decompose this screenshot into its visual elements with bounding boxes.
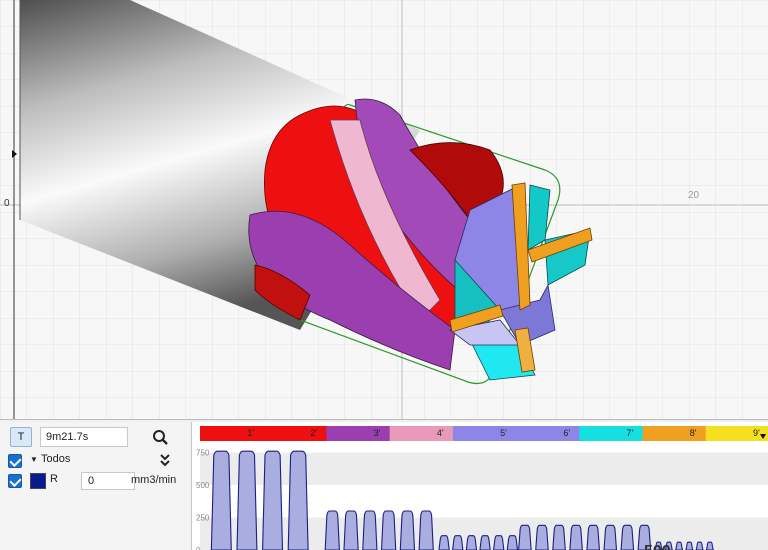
timeline-segment bbox=[642, 426, 707, 441]
chart-y-tick-label: 500 bbox=[196, 481, 210, 490]
x-axis-tick-label: 20 bbox=[688, 190, 700, 201]
chart-pulse bbox=[479, 535, 491, 550]
chart-pulse bbox=[695, 541, 704, 550]
chart-pulse bbox=[620, 524, 635, 550]
timeline-segment bbox=[200, 426, 264, 441]
chart-band bbox=[200, 485, 768, 518]
series-checkbox[interactable] bbox=[8, 474, 22, 488]
chart-svg[interactable]: 1' 2' 3' 4' 5' 6' 7' 8' 9' 750 500 250 0 500 bbox=[192, 422, 768, 550]
timeline-segment bbox=[452, 426, 517, 441]
timeline-tick-label: 3' bbox=[374, 428, 381, 438]
timeline-tick-label: 8' bbox=[690, 428, 697, 438]
timeline-tick-label: 2' bbox=[310, 428, 317, 438]
timeline-tick-label: 4' bbox=[437, 428, 444, 438]
chart-y-tick-label: 250 bbox=[196, 514, 210, 523]
timeline-tick-label: 5' bbox=[500, 428, 507, 438]
collapse-triangle-icon[interactable]: ▼ bbox=[30, 455, 38, 464]
simulation-controls: T 9m21.7s ▼ Todos R 0 mm3/min bbox=[0, 422, 190, 550]
scene-svg[interactable] bbox=[0, 0, 768, 420]
magnifier-icon[interactable] bbox=[150, 427, 172, 447]
removal-rate-chart[interactable]: 1' 2' 3' 4' 5' 6' 7' 8' 9' 750 500 250 0 500 bbox=[191, 422, 768, 550]
rate-unit: mm3/min bbox=[131, 474, 177, 486]
chart-pulse bbox=[324, 510, 340, 550]
chart-y-tick-label: 0 bbox=[196, 546, 201, 550]
timeline-segment bbox=[326, 426, 391, 441]
group-checkbox[interactable] bbox=[8, 454, 22, 468]
timeline-segment bbox=[579, 426, 644, 441]
timeline-tick-label: 9' bbox=[753, 428, 760, 438]
group-row: ▼ Todos bbox=[8, 452, 188, 470]
double-chevron-down-icon[interactable] bbox=[158, 452, 172, 468]
time-field[interactable]: 9m21.7s bbox=[40, 427, 128, 447]
chart-pulse bbox=[236, 450, 258, 550]
chart-pulse bbox=[552, 524, 566, 550]
chart-pulse bbox=[262, 450, 284, 550]
chart-pulse bbox=[362, 510, 378, 550]
chart-pulse bbox=[287, 450, 309, 550]
series-row: R 0 mm3/min bbox=[8, 472, 188, 490]
3d-viewport[interactable]: 20 0 bbox=[0, 0, 768, 420]
chart-pulse bbox=[210, 450, 232, 550]
timeline-tick-label: 7' bbox=[627, 428, 634, 438]
chart-pulse bbox=[675, 541, 684, 550]
chart-band bbox=[200, 452, 768, 485]
chart-pulse bbox=[493, 535, 505, 550]
y-axis-tick-label: 0 bbox=[4, 198, 10, 209]
chart-pulse bbox=[399, 510, 416, 550]
chart-pulse bbox=[418, 510, 434, 550]
chart-pulse bbox=[685, 541, 694, 550]
series-label: R bbox=[50, 473, 58, 485]
chart-trailing-label: 500 bbox=[644, 543, 671, 550]
timeline-segment bbox=[263, 426, 327, 441]
chart-pulse bbox=[518, 524, 532, 550]
toggle-time-button[interactable]: T bbox=[10, 427, 32, 447]
chart-pulse bbox=[438, 535, 450, 550]
timeline-tick-label: 6' bbox=[563, 428, 570, 438]
series-color-swatch[interactable] bbox=[30, 473, 46, 489]
timeline-tick-label: 1' bbox=[247, 428, 254, 438]
timeline-segment bbox=[389, 426, 454, 441]
chart-pulse bbox=[569, 524, 583, 550]
timeline-bar[interactable]: 1' 2' 3' 4' 5' 6' 7' 8' 9' bbox=[200, 426, 768, 441]
rate-field[interactable]: 0 bbox=[81, 472, 135, 490]
chart-pulse bbox=[705, 541, 714, 550]
chart-pulse bbox=[452, 535, 464, 550]
group-label: Todos bbox=[41, 453, 71, 465]
chart-pulse bbox=[586, 524, 600, 550]
chart-pulse bbox=[603, 524, 618, 550]
chart-pulse bbox=[506, 535, 519, 550]
chart-pulse bbox=[380, 510, 397, 550]
chart-pulse bbox=[535, 524, 549, 550]
chart-pulse bbox=[343, 510, 359, 550]
chart-y-tick-label: 750 bbox=[196, 449, 210, 458]
chart-pulse bbox=[465, 535, 478, 550]
timeline-segment bbox=[516, 426, 580, 441]
